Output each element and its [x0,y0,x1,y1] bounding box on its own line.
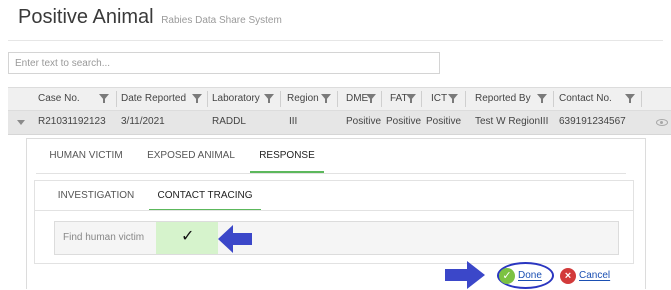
tab-response[interactable]: RESPONSE [250,145,324,173]
eye-icon[interactable] [656,119,668,126]
column-header-date-reported[interactable]: Date Reported [121,88,186,110]
header-divider [8,40,663,41]
filter-icon[interactable] [366,94,376,103]
column-header-laboratory[interactable]: Laboratory [212,88,260,110]
column-divider [337,91,338,107]
done-button[interactable]: ✓ Done [499,266,551,286]
find-human-victim-checkbox[interactable]: ✓ [156,222,218,254]
checkmark-icon: ✓ [181,228,195,245]
cell-region: III [289,116,298,127]
search-input[interactable]: Enter text to search... [8,52,440,74]
find-human-victim-label: Find human victim [63,232,145,243]
cell-contact-no: 639191234567 [559,116,626,127]
column-header-reported-by[interactable]: Reported By [475,88,531,110]
cell-fat: Positive [386,116,422,127]
tab-human-victim[interactable]: HUMAN VICTIM [43,145,129,173]
search-placeholder: Enter text to search... [15,58,111,69]
column-header-case-no[interactable]: Case No. [38,88,80,110]
column-divider [381,91,382,107]
find-human-victim-row: Find human victim ✓ [54,221,619,255]
cell-laboratory: RADDL [212,116,246,127]
annotation-arrow-right-icon [445,261,485,289]
column-divider [116,91,117,107]
filter-icon[interactable] [537,94,547,103]
cell-ict: Positive [426,116,462,127]
cell-case-no: R21031192123 [38,116,106,127]
collapse-row-icon[interactable] [17,120,25,125]
tab-contact-tracing[interactable]: CONTACT TRACING [149,185,261,211]
column-header-ict[interactable]: ICT [431,88,447,110]
tab-investigation[interactable]: INVESTIGATION [51,185,141,211]
filter-icon[interactable] [448,94,458,103]
cell-dme: Positive [346,116,382,127]
check-circle-icon: ✓ [499,268,515,284]
cancel-button[interactable]: × Cancel [560,266,620,286]
column-divider [280,91,281,107]
done-label: Done [518,270,542,281]
column-divider [641,91,642,107]
filter-icon[interactable] [264,94,274,103]
filter-icon[interactable] [99,94,109,103]
filter-icon[interactable] [321,94,331,103]
subtabs-divider [34,210,634,211]
tab-exposed-animal[interactable]: EXPOSED ANIMAL [141,145,241,173]
grid-header: Case No. Date Reported Laboratory Region… [8,87,671,111]
filter-icon[interactable] [192,94,202,103]
column-divider [207,91,208,107]
column-header-contact-no[interactable]: Contact No. [559,88,612,110]
column-header-dme[interactable]: DME [346,88,368,110]
column-header-region[interactable]: Region [287,88,319,110]
filter-icon[interactable] [406,94,416,103]
detail-tabs: HUMAN VICTIM EXPOSED ANIMAL RESPONSE [26,145,646,173]
cancel-label: Cancel [579,270,611,281]
app-title-text: Positive Animal [18,6,154,28]
cell-reported-by: Test W RegionIII [475,116,549,127]
column-header-fat[interactable]: FAT [390,88,408,110]
tabs-divider [36,173,626,174]
annotation-arrow-left-icon [218,225,252,253]
column-divider [465,91,466,107]
column-divider [553,91,554,107]
filter-icon[interactable] [625,94,635,103]
app-subtitle: Rabies Data Share System [161,15,282,26]
cell-date-reported: 3/11/2021 [121,116,165,127]
page-title: Positive Animal Rabies Data Share System [18,6,282,29]
close-circle-icon: × [560,268,576,284]
column-divider [421,91,422,107]
table-row[interactable]: R21031192123 3/11/2021 RADDL III Positiv… [8,111,671,135]
